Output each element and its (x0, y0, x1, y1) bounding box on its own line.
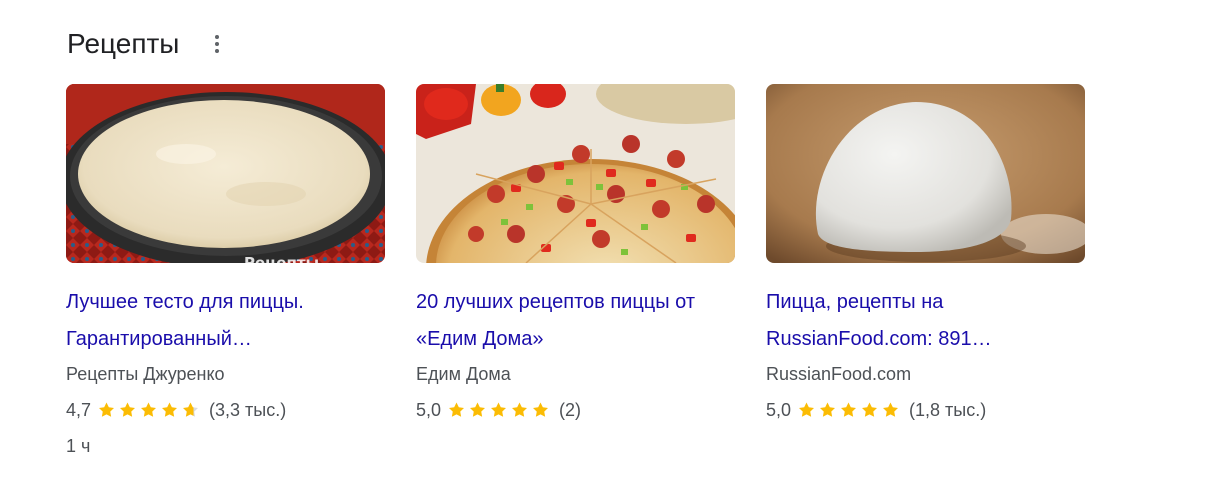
star-icon (120, 402, 136, 417)
star-icon (883, 402, 899, 417)
star-icon (141, 402, 157, 417)
section-header: Рецепты (67, 24, 229, 64)
rating-row: 5,0 (2) (416, 397, 736, 423)
recipe-source: Рецепты Джуренко (66, 364, 225, 384)
star-icon (841, 402, 857, 417)
star-icon (183, 402, 199, 417)
recipe-title-link[interactable]: Лучшее тесто для пиццы. Гарантированный… (66, 284, 386, 358)
star-rating (797, 401, 902, 419)
recipe-source: Едим Дома (416, 364, 511, 384)
review-count: (3,3 тыс.) (209, 400, 287, 420)
star-rating (447, 401, 552, 419)
rating-row: 4,7 (3,3 тыс.) (66, 397, 386, 423)
image-watermark: Рецепты (244, 254, 319, 263)
star-rating (97, 401, 202, 419)
recipe-card[interactable]: 20 лучших рецептов пиццы от «Едим Дома» … (416, 84, 736, 459)
star-icon (449, 402, 465, 417)
dough-ball-image[interactable] (766, 84, 1085, 263)
star-icon (162, 402, 178, 417)
star-icon (491, 402, 507, 417)
recipe-card[interactable]: Рецепты Лучшее тесто для пиццы. Гарантир… (66, 84, 386, 459)
recipe-title-link[interactable]: 20 лучших рецептов пиццы от «Едим Дома» (416, 284, 736, 358)
star-icon (820, 402, 836, 417)
recipe-card[interactable]: Пицца, рецепты на RussianFood.com: 891… … (766, 84, 1086, 459)
pepperoni-pizza-image[interactable] (416, 84, 735, 263)
star-icon (470, 402, 486, 417)
cook-time: 1 ч (66, 436, 91, 456)
star-icon (799, 402, 815, 417)
review-count: (1,8 тыс.) (909, 400, 987, 420)
recipe-title-link[interactable]: Пицца, рецепты на RussianFood.com: 891… (766, 284, 1086, 358)
rating-value: 5,0 (766, 400, 792, 420)
section-title: Рецепты (67, 28, 180, 59)
star-icon (533, 402, 549, 417)
review-count: (2) (559, 400, 582, 420)
star-icon (862, 402, 878, 417)
rating-row: 5,0 (1,8 тыс.) (766, 397, 1086, 423)
recipe-source: RussianFood.com (766, 364, 912, 384)
star-icon (99, 402, 115, 417)
recipe-carousel: Рецепты Лучшее тесто для пиццы. Гарантир… (66, 84, 1116, 459)
rating-value: 5,0 (416, 400, 442, 420)
more-options-icon[interactable] (205, 24, 229, 64)
star-icon (512, 402, 528, 417)
pizza-dough-in-pan-image[interactable]: Рецепты (66, 84, 385, 263)
rating-value: 4,7 (66, 400, 92, 420)
